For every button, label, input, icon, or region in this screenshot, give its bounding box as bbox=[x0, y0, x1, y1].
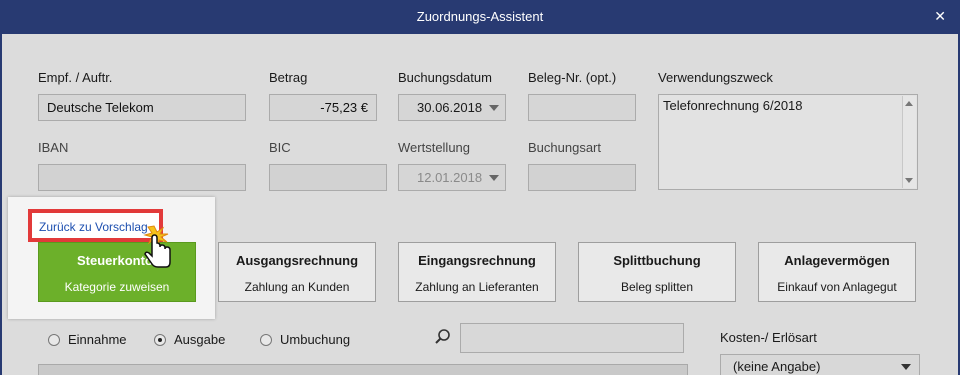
scroll-down-icon[interactable] bbox=[905, 178, 913, 183]
window-frame-left bbox=[0, 34, 2, 375]
iban-label: IBAN bbox=[38, 140, 69, 155]
hand-pointer-icon bbox=[143, 225, 171, 268]
table-header bbox=[38, 364, 688, 375]
amount-field[interactable]: -75,23 € bbox=[269, 94, 377, 121]
tile-ausgangsrechnung[interactable]: Ausgangsrechnung Zahlung an Kunden bbox=[218, 242, 376, 302]
scroll-up-icon[interactable] bbox=[905, 101, 913, 106]
radio-dot-selected bbox=[154, 334, 166, 346]
radio-label: Einnahme bbox=[68, 332, 127, 347]
search-input[interactable] bbox=[460, 323, 684, 353]
tile-subtitle: Einkauf von Anlagegut bbox=[777, 280, 897, 294]
close-icon[interactable]: ✕ bbox=[934, 8, 946, 25]
booking-type-field bbox=[528, 164, 636, 191]
receipt-field[interactable] bbox=[528, 94, 636, 121]
radio-dot bbox=[48, 334, 60, 346]
payee-label: Empf. / Auftr. bbox=[38, 70, 113, 85]
kosten-value: (keine Angabe) bbox=[733, 359, 821, 374]
bic-label: BIC bbox=[269, 140, 291, 155]
radio-einnahme[interactable]: Einnahme bbox=[48, 332, 127, 347]
radio-label: Ausgabe bbox=[174, 332, 226, 347]
window-titlebar: Zuordnungs-Assistent ✕ bbox=[0, 0, 960, 34]
tile-anlagevermoegen[interactable]: Anlagevermögen Einkauf von Anlagegut bbox=[758, 242, 916, 302]
tile-title: Ausgangsrechnung bbox=[235, 253, 359, 268]
chevron-down-icon bbox=[489, 175, 499, 181]
tile-splittbuchung[interactable]: Splittbuchung Beleg splitten bbox=[578, 242, 736, 302]
tile-title: Splittbuchung bbox=[613, 253, 701, 268]
value-date-value: 12.01.2018 bbox=[417, 170, 483, 185]
amount-label: Betrag bbox=[269, 70, 308, 85]
radio-ausgabe[interactable]: Ausgabe bbox=[154, 332, 225, 347]
value-date-select: 12.01.2018 bbox=[398, 164, 506, 191]
kosten-select[interactable]: (keine Angabe) bbox=[720, 354, 920, 375]
value-date-label: Wertstellung bbox=[398, 140, 471, 155]
back-link-label: Zurück zu Vorschlag bbox=[39, 220, 148, 234]
purpose-textarea[interactable]: Telefonrechnung 6/2018 bbox=[658, 94, 918, 190]
window-title: Zuordnungs-Assistent bbox=[416, 9, 544, 24]
chevron-down-icon bbox=[901, 364, 911, 370]
iban-field[interactable] bbox=[38, 164, 246, 191]
booking-date-value: 30.06.2018 bbox=[417, 100, 483, 115]
booking-date-select[interactable]: 30.06.2018 bbox=[398, 94, 506, 121]
receipt-label: Beleg-Nr. (opt.) bbox=[528, 70, 617, 85]
tile-subtitle: Kategorie zuweisen bbox=[64, 280, 170, 294]
tile-subtitle: Zahlung an Lieferanten bbox=[415, 280, 539, 294]
radio-dot bbox=[260, 334, 272, 346]
purpose-scrollbar[interactable] bbox=[902, 96, 916, 188]
purpose-label: Verwendungszweck bbox=[658, 70, 773, 85]
kosten-label: Kosten-/ Erlösart bbox=[720, 330, 817, 345]
tile-title: Anlagevermögen bbox=[784, 253, 890, 268]
magnifier-icon[interactable] bbox=[434, 328, 452, 346]
purpose-text: Telefonrechnung 6/2018 bbox=[663, 98, 803, 113]
tile-subtitle: Zahlung an Kunden bbox=[244, 280, 350, 294]
booking-date-label: Buchungsdatum bbox=[398, 70, 492, 85]
radio-label: Umbuchung bbox=[280, 332, 351, 347]
booking-type-label: Buchungsart bbox=[528, 140, 601, 155]
tile-eingangsrechnung[interactable]: Eingangsrechnung Zahlung an Lieferanten bbox=[398, 242, 556, 302]
tile-title: Eingangsrechnung bbox=[418, 253, 536, 268]
radio-umbuchung[interactable]: Umbuchung bbox=[260, 332, 350, 347]
chevron-down-icon bbox=[489, 105, 499, 111]
bic-field[interactable] bbox=[269, 164, 387, 191]
payee-field[interactable]: Deutsche Telekom bbox=[38, 94, 246, 121]
tile-subtitle: Beleg splitten bbox=[620, 280, 694, 294]
